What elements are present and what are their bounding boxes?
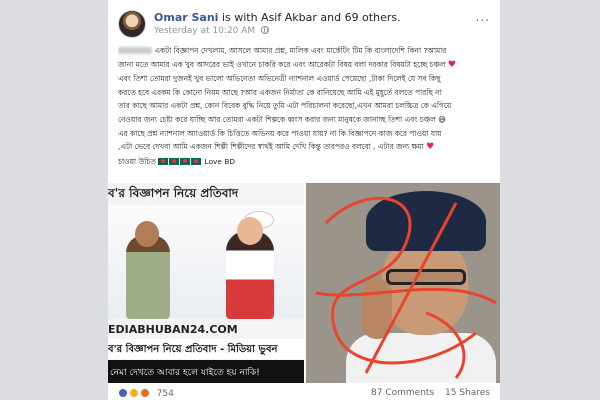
sad-icon bbox=[128, 388, 139, 398]
comments-link[interactable]: 87 Comments bbox=[371, 388, 434, 398]
text-line: চাওয়া উচিত Love BD bbox=[118, 156, 236, 166]
flag-icon bbox=[158, 157, 169, 165]
text-line: ,এটা ভেবে দেখবা আমি একজন শিল্পী শিল্পীদে… bbox=[118, 142, 435, 153]
flag-icon bbox=[169, 157, 180, 165]
author-line: Omar Sani is with Asif Akbar and 69 othe… bbox=[154, 11, 401, 24]
smile-icon: 😅 bbox=[438, 114, 446, 124]
ad-scene bbox=[108, 205, 304, 319]
post-menu-button[interactable]: ... bbox=[476, 10, 490, 24]
text-line: একটা বিজ্ঞাপন দেখলাম, আসলে আমার প্রশ্ন, … bbox=[118, 44, 490, 58]
text-line: এর কাছে প্রশ্ন ন্যাশনাল অ্যাওয়ার্ড কি চ… bbox=[118, 128, 442, 138]
globe-icon bbox=[261, 26, 270, 34]
text-line: নেওয়ার জন্য চেষ্টা করে যাচ্ছি আর তোমরা … bbox=[118, 114, 446, 124]
author-name[interactable]: Omar Sani bbox=[154, 11, 218, 24]
red-scribble bbox=[315, 196, 497, 379]
woman-figure bbox=[226, 217, 274, 319]
heart-icon: ♥ bbox=[426, 142, 435, 153]
flag-icon bbox=[180, 157, 191, 165]
avatar[interactable] bbox=[118, 10, 146, 38]
timestamp-line: Yesterday at 10:20 AM bbox=[154, 26, 270, 36]
tagged-text[interactable]: is with Asif Akbar and 69 others. bbox=[222, 11, 401, 24]
post-stats: 87 Comments 15 Shares bbox=[363, 388, 490, 398]
post-footer: 754 87 Comments 15 Shares bbox=[118, 388, 490, 400]
text-line: করতে হবে এরকম কি কোনো নিয়ম আছে ?আর একজন… bbox=[118, 87, 442, 97]
angry-icon bbox=[139, 388, 150, 398]
ad-image[interactable]: ব'র বিজ্ঞাপন নিয়ে প্রতিবাদ EDIABHUBAN24… bbox=[108, 183, 304, 383]
flag-icon bbox=[191, 157, 202, 165]
ad-headline: ব'র বিজ্ঞাপন নিয়ে প্রতিবাদ bbox=[108, 186, 239, 200]
reactions[interactable]: 754 bbox=[118, 388, 174, 399]
shares-link[interactable]: 15 Shares bbox=[445, 388, 490, 398]
post-header: Omar Sani is with Asif Akbar and 69 othe… bbox=[118, 10, 492, 38]
reaction-count: 754 bbox=[156, 389, 174, 399]
ad-domain: EDIABHUBAN24.COM bbox=[108, 323, 238, 336]
portrait-image[interactable] bbox=[306, 183, 500, 383]
post-images: ব'র বিজ্ঞাপন নিয়ে প্রতিবাদ EDIABHUBAN24… bbox=[108, 183, 500, 383]
ad-caption: ব'র বিজ্ঞাপন নিয়ে প্রতিবাদ - মিডিয়া ভু… bbox=[108, 339, 304, 359]
redacted-text bbox=[118, 47, 152, 54]
text-line: জানা মতে আমার এক খুব আদরের ভাই ওখানে চাক… bbox=[118, 59, 456, 70]
heart-icon: ♥ bbox=[447, 59, 456, 70]
timestamp[interactable]: Yesterday at 10:20 AM bbox=[154, 26, 255, 36]
like-icon bbox=[118, 388, 128, 398]
love-bd-text: Love BD bbox=[204, 156, 236, 166]
text-line: তার কাছে আমার একটা প্রশ্ন, কোন বিবেক বুদ… bbox=[118, 101, 452, 111]
text-line: এবং তিশা তোমরা দুজনই খুব ভালো অভিনেতা অভ… bbox=[118, 74, 441, 84]
man-figure bbox=[126, 221, 170, 319]
post-card: Omar Sani is with Asif Akbar and 69 othe… bbox=[107, 0, 501, 400]
ad-subcaption: নেমা দেখতে আবার হলে যাইতে হয় নাকি! bbox=[108, 360, 304, 383]
post-text: একটা বিজ্ঞাপন দেখলাম, আসলে আমার প্রশ্ন, … bbox=[118, 44, 490, 168]
